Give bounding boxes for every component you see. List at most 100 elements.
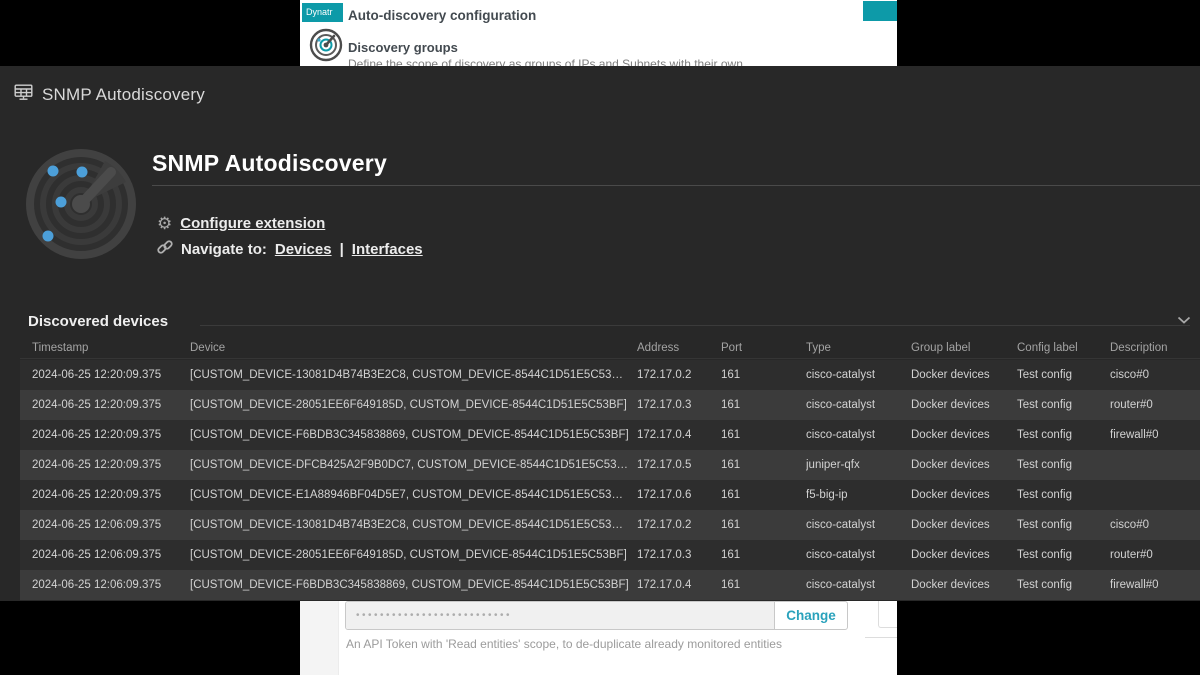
cell-description: router#0 [1110,549,1200,561]
cell-type: cisco-catalyst [806,429,911,441]
section-divider [200,325,1190,326]
cell-group-label: Docker devices [911,579,1017,591]
cell-type: cisco-catalyst [806,399,911,411]
cell-group-label: Docker devices [911,429,1017,441]
cell-device: [CUSTOM_DEVICE-28051EE6F649185D, CUSTOM_… [190,549,637,561]
navigate-devices-link[interactable]: Devices [275,241,332,258]
cell-timestamp: 2024-06-25 12:20:09.375 [32,489,190,501]
cell-device: [CUSTOM_DEVICE-13081D4B74B3E2C8, CUSTOM_… [190,519,637,531]
cell-description: router#0 [1110,399,1200,411]
cell-group-label: Docker devices [911,549,1017,561]
chevron-down-icon[interactable] [1177,312,1191,330]
cell-device: [CUSTOM_DEVICE-13081D4B74B3E2C8, CUSTOM_… [190,369,637,381]
cell-type: cisco-catalyst [806,519,911,531]
navigate-label: Navigate to: [181,241,267,258]
cell-description: firewall#0 [1110,429,1200,441]
table-header-row: Timestamp Device Address Port Type Group… [20,338,1200,359]
cell-port: 161 [721,519,806,531]
table-row[interactable]: 2024-06-25 12:20:09.375[CUSTOM_DEVICE-13… [20,360,1200,390]
navigate-interfaces-link[interactable]: Interfaces [352,241,423,258]
cell-type: f5-big-ip [806,489,911,501]
table-row[interactable]: 2024-06-25 12:20:09.375[CUSTOM_DEVICE-E1… [20,480,1200,510]
discovery-groups-radar-icon [309,28,343,67]
breadcrumb: SNMP Autodiscovery [14,84,205,106]
cell-timestamp: 2024-06-25 12:06:09.375 [32,549,190,561]
cell-address: 172.17.0.5 [637,459,721,471]
cell-port: 161 [721,429,806,441]
table-row[interactable]: 2024-06-25 12:20:09.375[CUSTOM_DEVICE-DF… [20,450,1200,480]
column-header-port[interactable]: Port [721,342,806,354]
column-header-timestamp[interactable]: Timestamp [32,342,190,354]
configure-extension-link[interactable]: Configure extension [180,215,325,232]
column-header-group-label[interactable]: Group label [911,342,1017,354]
cell-type: cisco-catalyst [806,579,911,591]
cell-group-label: Docker devices [911,459,1017,471]
column-header-address[interactable]: Address [637,342,721,354]
nav-separator: | [340,241,344,258]
page-title: SNMP Autodiscovery [152,150,387,177]
snmp-radar-icon [25,148,137,260]
settings-left-gutter [300,601,339,675]
cell-address: 172.17.0.3 [637,399,721,411]
api-token-helper-text: An API Token with 'Read entities' scope,… [346,637,782,651]
cell-timestamp: 2024-06-25 12:06:09.375 [32,579,190,591]
cell-port: 161 [721,489,806,501]
device-table-body: 2024-06-25 12:20:09.375[CUSTOM_DEVICE-13… [20,360,1200,600]
cell-device: [CUSTOM_DEVICE-E1A88946BF04D5E7, CUSTOM_… [190,489,637,501]
configure-extension-row: ⚙ Configure extension [157,215,325,232]
cell-device: [CUSTOM_DEVICE-F6BDB3C345838869, CUSTOM_… [190,579,637,591]
cell-config-label: Test config [1017,429,1110,441]
discovery-groups-title: Discovery groups [348,40,458,55]
table-row[interactable]: 2024-06-25 12:20:09.375[CUSTOM_DEVICE-F6… [20,420,1200,450]
cell-config-label: Test config [1017,459,1110,471]
cell-type: cisco-catalyst [806,369,911,381]
cell-description: firewall#0 [1110,579,1200,591]
overlay-action-button[interactable] [863,1,897,21]
cell-device: [CUSTOM_DEVICE-28051EE6F649185D, CUSTOM_… [190,399,637,411]
column-header-config-label[interactable]: Config label [1017,342,1110,354]
breadcrumb-label: SNMP Autodiscovery [42,85,205,105]
cell-description: cisco#0 [1110,369,1200,381]
table-row[interactable]: 2024-06-25 12:06:09.375[CUSTOM_DEVICE-13… [20,510,1200,540]
cell-group-label: Docker devices [911,519,1017,531]
monitor-icon [14,84,33,106]
dynatrace-brand-chip: Dynatr [302,3,343,22]
discovered-devices-title: Discovered devices [28,313,168,330]
cell-port: 161 [721,399,806,411]
column-header-device[interactable]: Device [190,342,637,354]
cell-timestamp: 2024-06-25 12:20:09.375 [32,369,190,381]
cell-address: 172.17.0.6 [637,489,721,501]
cell-timestamp: 2024-06-25 12:06:09.375 [32,519,190,531]
overlay-title: Auto-discovery configuration [348,8,536,23]
cell-config-label: Test config [1017,489,1110,501]
cell-config-label: Test config [1017,399,1110,411]
cell-group-label: Docker devices [911,399,1017,411]
cell-type: juniper-qfx [806,459,911,471]
adjacent-field-fragment [878,600,897,628]
adjacent-divider-fragment [865,637,897,638]
cell-port: 161 [721,369,806,381]
cell-port: 161 [721,549,806,561]
table-row[interactable]: 2024-06-25 12:06:09.375[CUSTOM_DEVICE-F6… [20,570,1200,600]
change-token-button[interactable]: Change [775,602,847,629]
table-row[interactable]: 2024-06-25 12:06:09.375[CUSTOM_DEVICE-28… [20,540,1200,570]
cell-address: 172.17.0.2 [637,519,721,531]
cell-config-label: Test config [1017,519,1110,531]
column-header-description[interactable]: Description [1110,342,1200,354]
column-header-type[interactable]: Type [806,342,911,354]
api-token-field-group: •••••••••••••••••••••••••• Change [345,601,848,630]
table-row[interactable]: 2024-06-25 12:20:09.375[CUSTOM_DEVICE-28… [20,390,1200,420]
link-chain-icon [157,239,173,259]
cell-port: 161 [721,459,806,471]
cell-timestamp: 2024-06-25 12:20:09.375 [32,459,190,471]
cell-type: cisco-catalyst [806,549,911,561]
cell-timestamp: 2024-06-25 12:20:09.375 [32,429,190,441]
title-divider [152,185,1200,186]
cell-address: 172.17.0.4 [637,429,721,441]
cell-config-label: Test config [1017,369,1110,381]
cell-config-label: Test config [1017,579,1110,591]
cell-device: [CUSTOM_DEVICE-DFCB425A2F9B0DC7, CUSTOM_… [190,459,637,471]
cell-config-label: Test config [1017,549,1110,561]
api-token-input[interactable]: •••••••••••••••••••••••••• [346,602,775,629]
cell-device: [CUSTOM_DEVICE-F6BDB3C345838869, CUSTOM_… [190,429,637,441]
